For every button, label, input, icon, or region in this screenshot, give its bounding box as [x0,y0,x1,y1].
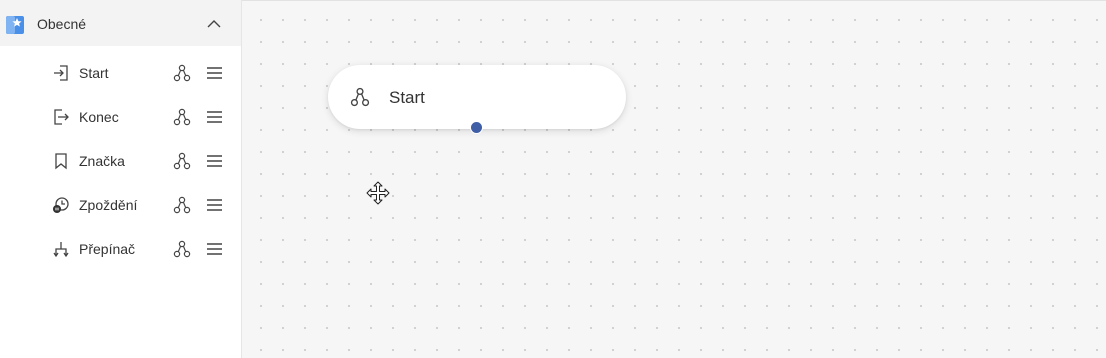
palette-item-label: Značka [79,153,125,169]
delay-clock-icon [52,196,70,214]
flow-nodes-icon[interactable] [173,108,191,126]
drag-handle-icon[interactable] [206,198,223,212]
move-cursor-icon [366,181,390,205]
drag-handle-icon[interactable] [206,242,223,256]
widget-group-icon [5,15,25,35]
palette-item-label: Konec [79,109,119,125]
flow-nodes-icon[interactable] [173,240,191,258]
palette-item-prepinac[interactable]: Přepínač [0,226,241,270]
palette-item-label: Přepínač [79,241,136,257]
flow-nodes-icon[interactable] [173,64,191,82]
palette-item-znacka[interactable]: Značka [0,138,241,182]
sign-in-icon [52,64,70,82]
flow-canvas[interactable]: Start [242,0,1106,358]
group-title: Obecné [37,16,87,32]
flow-nodes-icon[interactable] [173,152,191,170]
group-header-obecne[interactable]: Obecné [0,0,241,46]
flow-node-start[interactable]: Start [328,65,626,134]
drag-handle-icon[interactable] [206,110,223,124]
palette-item-konec[interactable]: Konec [0,94,241,138]
flow-nodes-icon [350,87,370,107]
drag-handle-icon[interactable] [206,154,223,168]
chevron-up-icon[interactable] [206,17,222,29]
output-port[interactable] [470,121,483,134]
palette-sidebar: Obecné Start Konec Značka Zpoždění Přepí… [0,0,242,358]
drag-handle-icon[interactable] [206,66,223,80]
switch-branch-icon [52,240,70,258]
sign-out-icon [52,108,70,126]
bookmark-icon [52,152,70,170]
flow-nodes-icon[interactable] [173,196,191,214]
palette-item-label: Zpoždění [79,197,138,213]
palette-item-start[interactable]: Start [0,50,241,94]
node-label: Start [389,88,425,107]
palette-item-zpozdeni[interactable]: Zpoždění [0,182,241,226]
workflow-editor: Obecné Start Konec Značka Zpoždění Přepí… [0,0,1106,358]
palette-item-label: Start [79,65,109,81]
